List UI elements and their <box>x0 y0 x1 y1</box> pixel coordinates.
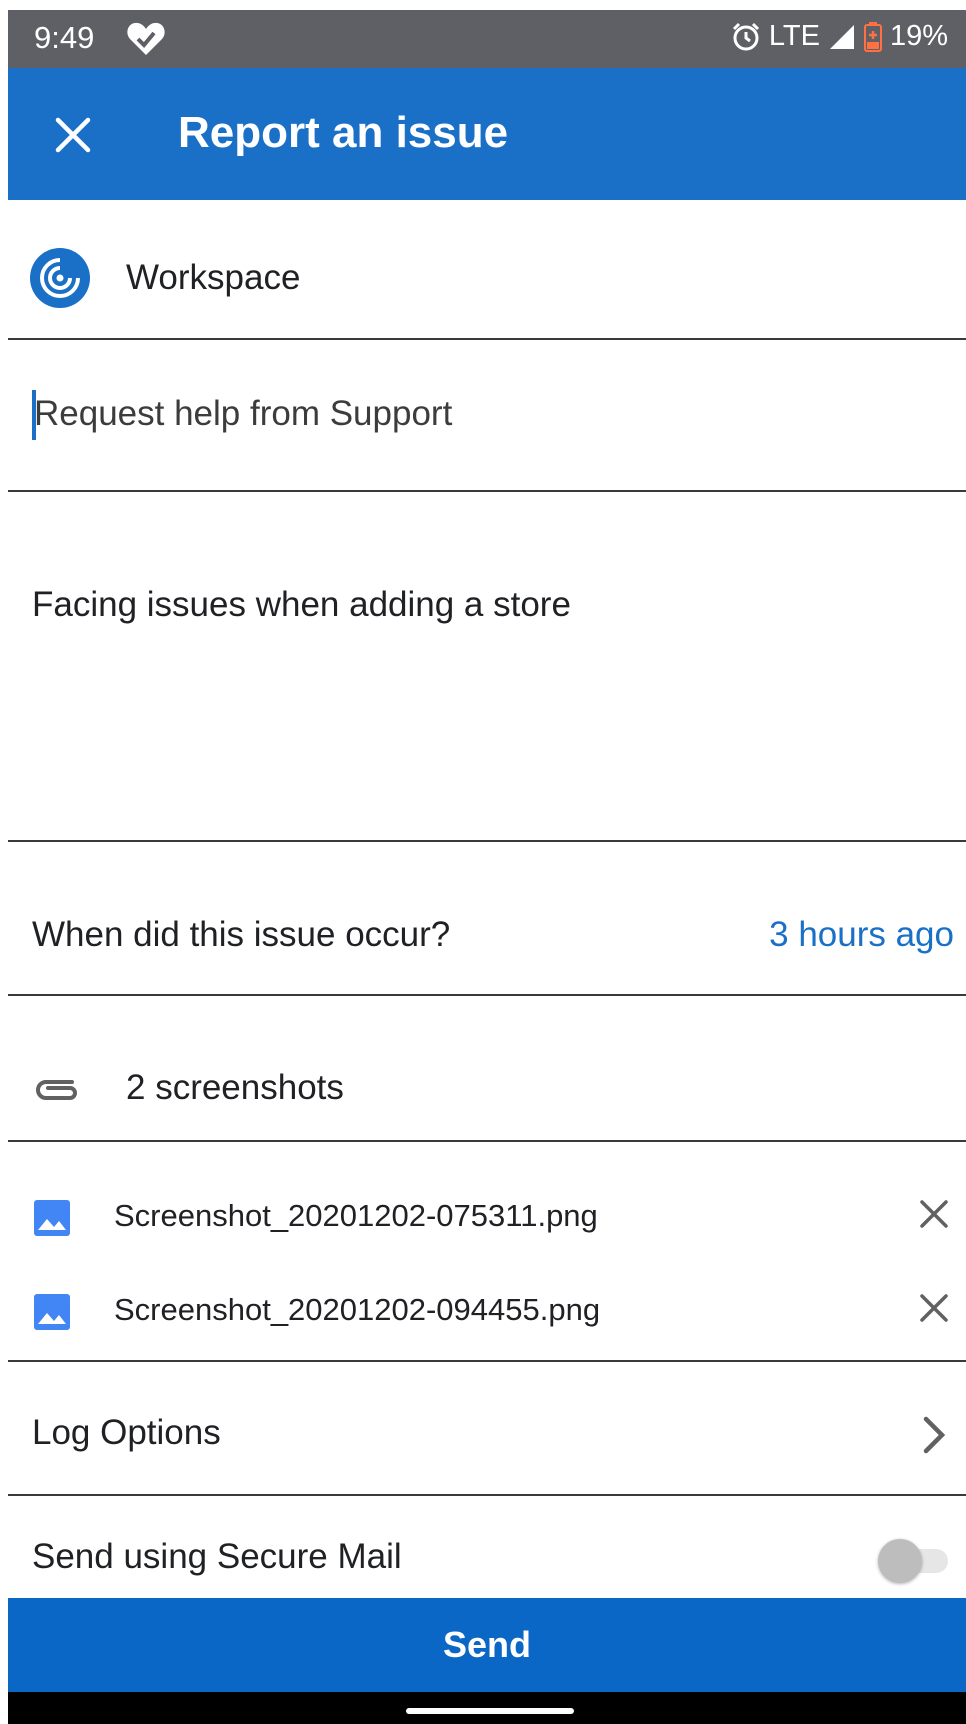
signal-icon <box>829 24 854 49</box>
divider <box>8 840 966 842</box>
network-type: LTE <box>768 20 820 52</box>
page-title: Report an issue <box>178 108 509 157</box>
attachment-filename: Screenshot_20201202-075311.png <box>114 1198 598 1233</box>
divider <box>8 490 966 492</box>
workspace-logo-icon <box>30 248 90 308</box>
subject-placeholder: Request help from Support <box>34 394 453 433</box>
attachment-item: Screenshot_20201202-075311.png <box>8 1188 966 1258</box>
home-gesture-handle[interactable] <box>406 1708 574 1714</box>
issue-time-selector[interactable]: 3 hours ago <box>769 915 954 955</box>
health-heart-icon <box>127 22 165 55</box>
divider <box>8 1140 966 1142</box>
subject-input[interactable]: Request help from Support <box>32 390 452 440</box>
status-time: 9:49 <box>34 20 95 55</box>
battery-icon <box>863 21 882 52</box>
send-button-label: Send <box>442 1624 531 1665</box>
attachment-filename: Screenshot_20201202-094455.png <box>114 1292 601 1327</box>
description-field[interactable]: Facing issues when adding a store <box>32 585 571 625</box>
image-icon <box>34 1294 70 1330</box>
send-button[interactable]: Send <box>8 1598 966 1692</box>
issue-time-label: When did this issue occur? <box>32 915 451 954</box>
battery-level: 19% <box>889 20 948 52</box>
alarm-icon <box>732 22 759 50</box>
secure-mail-label: Send using Secure Mail <box>32 1537 402 1576</box>
divider <box>8 338 966 340</box>
status-right-group: LTE 19% <box>731 20 948 53</box>
toggle-knob <box>878 1539 922 1583</box>
remove-attachment-icon[interactable] <box>916 1196 952 1232</box>
log-options-label[interactable]: Log Options <box>32 1413 221 1453</box>
paperclip-icon <box>36 1080 77 1100</box>
image-icon <box>34 1200 70 1236</box>
attachments-count: 2 screenshots <box>126 1068 344 1107</box>
app-name: Workspace <box>126 258 301 297</box>
close-icon[interactable] <box>48 110 98 160</box>
status-bar: 9:49 LTE 19% <box>8 10 966 68</box>
remove-attachment-icon[interactable] <box>916 1290 952 1326</box>
secure-mail-toggle[interactable] <box>878 1537 950 1583</box>
app-bar: Report an issue <box>8 68 966 200</box>
divider <box>8 1494 966 1496</box>
divider <box>8 994 966 996</box>
chevron-right-icon[interactable] <box>918 1413 948 1457</box>
app-screen: 9:49 LTE 19% Report an issue Workspace R… <box>8 10 966 1724</box>
divider <box>8 1360 966 1362</box>
attachment-item: Screenshot_20201202-094455.png <box>8 1282 966 1352</box>
navigation-bar <box>8 1692 966 1724</box>
